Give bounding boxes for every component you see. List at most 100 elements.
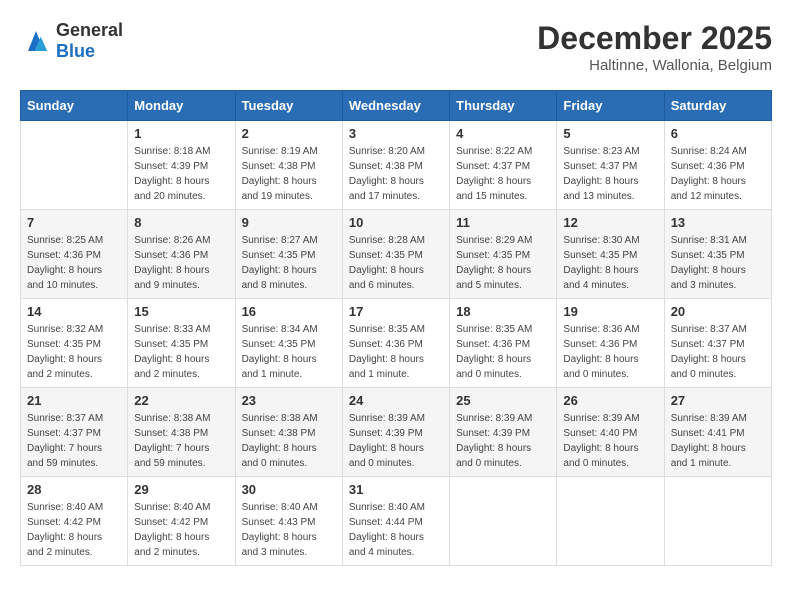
day-cell: 25Sunrise: 8:39 AMSunset: 4:39 PMDayligh…: [450, 388, 557, 477]
day-number: 20: [671, 304, 765, 319]
day-cell: 3 Sunrise: 8:20 AMSunset: 4:38 PMDaylight…: [342, 121, 449, 210]
day-cell: [557, 477, 664, 566]
day-cell: 17 Sunrise: 8:35 AMSunset: 4:36 PMDayligh…: [342, 299, 449, 388]
weekday-header-thursday: Thursday: [450, 91, 557, 121]
day-number: 23: [242, 393, 336, 408]
day-info: Sunrise: 8:18 AMSunset: 4:39 PMDaylight:…: [134, 144, 228, 204]
day-info: Sunrise: 8:32 AMSunset: 4:35 PMDaylight:…: [27, 322, 121, 382]
day-number: 26: [563, 393, 657, 408]
day-cell: 28 Sunrise: 8:40 AMSunset: 4:42 PMDayligh…: [21, 477, 128, 566]
day-info: Sunrise: 8:40 AMSunset: 4:44 PMDaylight:…: [349, 500, 443, 560]
day-cell: 14 Sunrise: 8:32 AMSunset: 4:35 PMDayligh…: [21, 299, 128, 388]
weekday-header-friday: Friday: [557, 91, 664, 121]
day-info: Sunrise: 8:39 AMSunset: 4:40 PMDaylight:…: [563, 411, 657, 471]
day-cell: 11 Sunrise: 8:29 AMSunset: 4:35 PMDayligh…: [450, 210, 557, 299]
day-cell: 23 Sunrise: 8:38 AMSunset: 4:38 PMDayligh…: [235, 388, 342, 477]
day-cell: 8 Sunrise: 8:26 AMSunset: 4:36 PMDaylight…: [128, 210, 235, 299]
month-title: December 2025: [537, 20, 772, 57]
day-cell: 24 Sunrise: 8:39 AMSunset: 4:39 PMDayligh…: [342, 388, 449, 477]
day-info: Sunrise: 8:38 AMSunset: 4:38 PMDaylight:…: [242, 411, 336, 471]
title-block: December 2025 Haltinne, Wallonia, Belgiu…: [537, 20, 772, 74]
week-row-4: 21 Sunrise: 8:37 AMSunset: 4:37 PMDayligh…: [21, 388, 772, 477]
weekday-header-monday: Monday: [128, 91, 235, 121]
day-info: Sunrise: 8:33 AMSunset: 4:35 PMDaylight:…: [134, 322, 228, 382]
day-number: 30: [242, 482, 336, 497]
day-info: Sunrise: 8:30 AMSunset: 4:35 PMDaylight:…: [563, 233, 657, 293]
day-cell: 2 Sunrise: 8:19 AMSunset: 4:38 PMDaylight…: [235, 121, 342, 210]
day-info: Sunrise: 8:37 AMSunset: 4:37 PMDaylight:…: [27, 411, 121, 471]
day-info: Sunrise: 8:31 AMSunset: 4:35 PMDaylight:…: [671, 233, 765, 293]
logo-text: General Blue: [56, 20, 123, 62]
day-info: Sunrise: 8:22 AMSunset: 4:37 PMDaylight:…: [456, 144, 550, 204]
day-cell: 9 Sunrise: 8:27 AMSunset: 4:35 PMDaylight…: [235, 210, 342, 299]
day-info: Sunrise: 8:19 AMSunset: 4:38 PMDaylight:…: [242, 144, 336, 204]
day-info: Sunrise: 8:39 AMSunset: 4:39 PMDaylight:…: [349, 411, 443, 471]
day-number: 2: [242, 126, 336, 141]
day-cell: 1 Sunrise: 8:18 AMSunset: 4:39 PMDaylight…: [128, 121, 235, 210]
day-cell: 30Sunrise: 8:40 AMSunset: 4:43 PMDayligh…: [235, 477, 342, 566]
day-info: Sunrise: 8:23 AMSunset: 4:37 PMDaylight:…: [563, 144, 657, 204]
day-number: 17: [349, 304, 443, 319]
day-info: Sunrise: 8:39 AMSunset: 4:41 PMDaylight:…: [671, 411, 765, 471]
day-number: 18: [456, 304, 550, 319]
day-number: 21: [27, 393, 121, 408]
weekday-header-saturday: Saturday: [664, 91, 771, 121]
day-number: 31: [349, 482, 443, 497]
day-info: Sunrise: 8:40 AMSunset: 4:42 PMDaylight:…: [27, 500, 121, 560]
day-info: Sunrise: 8:37 AMSunset: 4:37 PMDaylight:…: [671, 322, 765, 382]
day-number: 1: [134, 126, 228, 141]
day-info: Sunrise: 8:40 AMSunset: 4:42 PMDaylight:…: [134, 500, 228, 560]
day-info: Sunrise: 8:27 AMSunset: 4:35 PMDaylight:…: [242, 233, 336, 293]
day-number: 3: [349, 126, 443, 141]
day-number: 14: [27, 304, 121, 319]
day-info: Sunrise: 8:26 AMSunset: 4:36 PMDaylight:…: [134, 233, 228, 293]
day-info: Sunrise: 8:29 AMSunset: 4:35 PMDaylight:…: [456, 233, 550, 293]
day-cell: 5Sunrise: 8:23 AMSunset: 4:37 PMDaylight…: [557, 121, 664, 210]
day-info: Sunrise: 8:34 AMSunset: 4:35 PMDaylight:…: [242, 322, 336, 382]
day-number: 11: [456, 215, 550, 230]
logo-blue: Blue: [56, 41, 95, 61]
day-number: 9: [242, 215, 336, 230]
day-number: 13: [671, 215, 765, 230]
weekday-header-wednesday: Wednesday: [342, 91, 449, 121]
day-number: 28: [27, 482, 121, 497]
day-cell: 31 Sunrise: 8:40 AMSunset: 4:44 PMDayligh…: [342, 477, 449, 566]
day-number: 7: [27, 215, 121, 230]
logo: General Blue: [20, 20, 123, 62]
logo-icon: [20, 27, 52, 55]
day-number: 27: [671, 393, 765, 408]
day-info: Sunrise: 8:39 AMSunset: 4:39 PMDaylight:…: [456, 411, 550, 471]
day-number: 19: [563, 304, 657, 319]
day-number: 15: [134, 304, 228, 319]
page-header: General Blue December 2025 Haltinne, Wal…: [20, 20, 772, 74]
day-info: Sunrise: 8:28 AMSunset: 4:35 PMDaylight:…: [349, 233, 443, 293]
day-cell: 7Sunrise: 8:25 AMSunset: 4:36 PMDaylight…: [21, 210, 128, 299]
day-number: 6: [671, 126, 765, 141]
week-row-5: 28 Sunrise: 8:40 AMSunset: 4:42 PMDayligh…: [21, 477, 772, 566]
weekday-header-tuesday: Tuesday: [235, 91, 342, 121]
day-cell: 27 Sunrise: 8:39 AMSunset: 4:41 PMDayligh…: [664, 388, 771, 477]
day-cell: 12Sunrise: 8:30 AMSunset: 4:35 PMDayligh…: [557, 210, 664, 299]
location-title: Haltinne, Wallonia, Belgium: [537, 57, 772, 74]
day-cell: [450, 477, 557, 566]
calendar-table: SundayMondayTuesdayWednesdayThursdayFrid…: [20, 90, 772, 566]
day-cell: 18 Sunrise: 8:35 AMSunset: 4:36 PMDayligh…: [450, 299, 557, 388]
day-number: 8: [134, 215, 228, 230]
day-cell: 22Sunrise: 8:38 AMSunset: 4:38 PMDayligh…: [128, 388, 235, 477]
day-cell: 19Sunrise: 8:36 AMSunset: 4:36 PMDayligh…: [557, 299, 664, 388]
day-cell: [21, 121, 128, 210]
day-number: 22: [134, 393, 228, 408]
day-info: Sunrise: 8:35 AMSunset: 4:36 PMDaylight:…: [349, 322, 443, 382]
day-number: 24: [349, 393, 443, 408]
day-cell: 10Sunrise: 8:28 AMSunset: 4:35 PMDayligh…: [342, 210, 449, 299]
day-cell: [664, 477, 771, 566]
day-info: Sunrise: 8:20 AMSunset: 4:38 PMDaylight:…: [349, 144, 443, 204]
day-info: Sunrise: 8:35 AMSunset: 4:36 PMDaylight:…: [456, 322, 550, 382]
day-cell: 15 Sunrise: 8:33 AMSunset: 4:35 PMDayligh…: [128, 299, 235, 388]
day-cell: 6Sunrise: 8:24 AMSunset: 4:36 PMDaylight…: [664, 121, 771, 210]
weekday-header-sunday: Sunday: [21, 91, 128, 121]
week-row-3: 14 Sunrise: 8:32 AMSunset: 4:35 PMDayligh…: [21, 299, 772, 388]
day-cell: 26 Sunrise: 8:39 AMSunset: 4:40 PMDayligh…: [557, 388, 664, 477]
day-cell: 4Sunrise: 8:22 AMSunset: 4:37 PMDaylight…: [450, 121, 557, 210]
day-number: 16: [242, 304, 336, 319]
